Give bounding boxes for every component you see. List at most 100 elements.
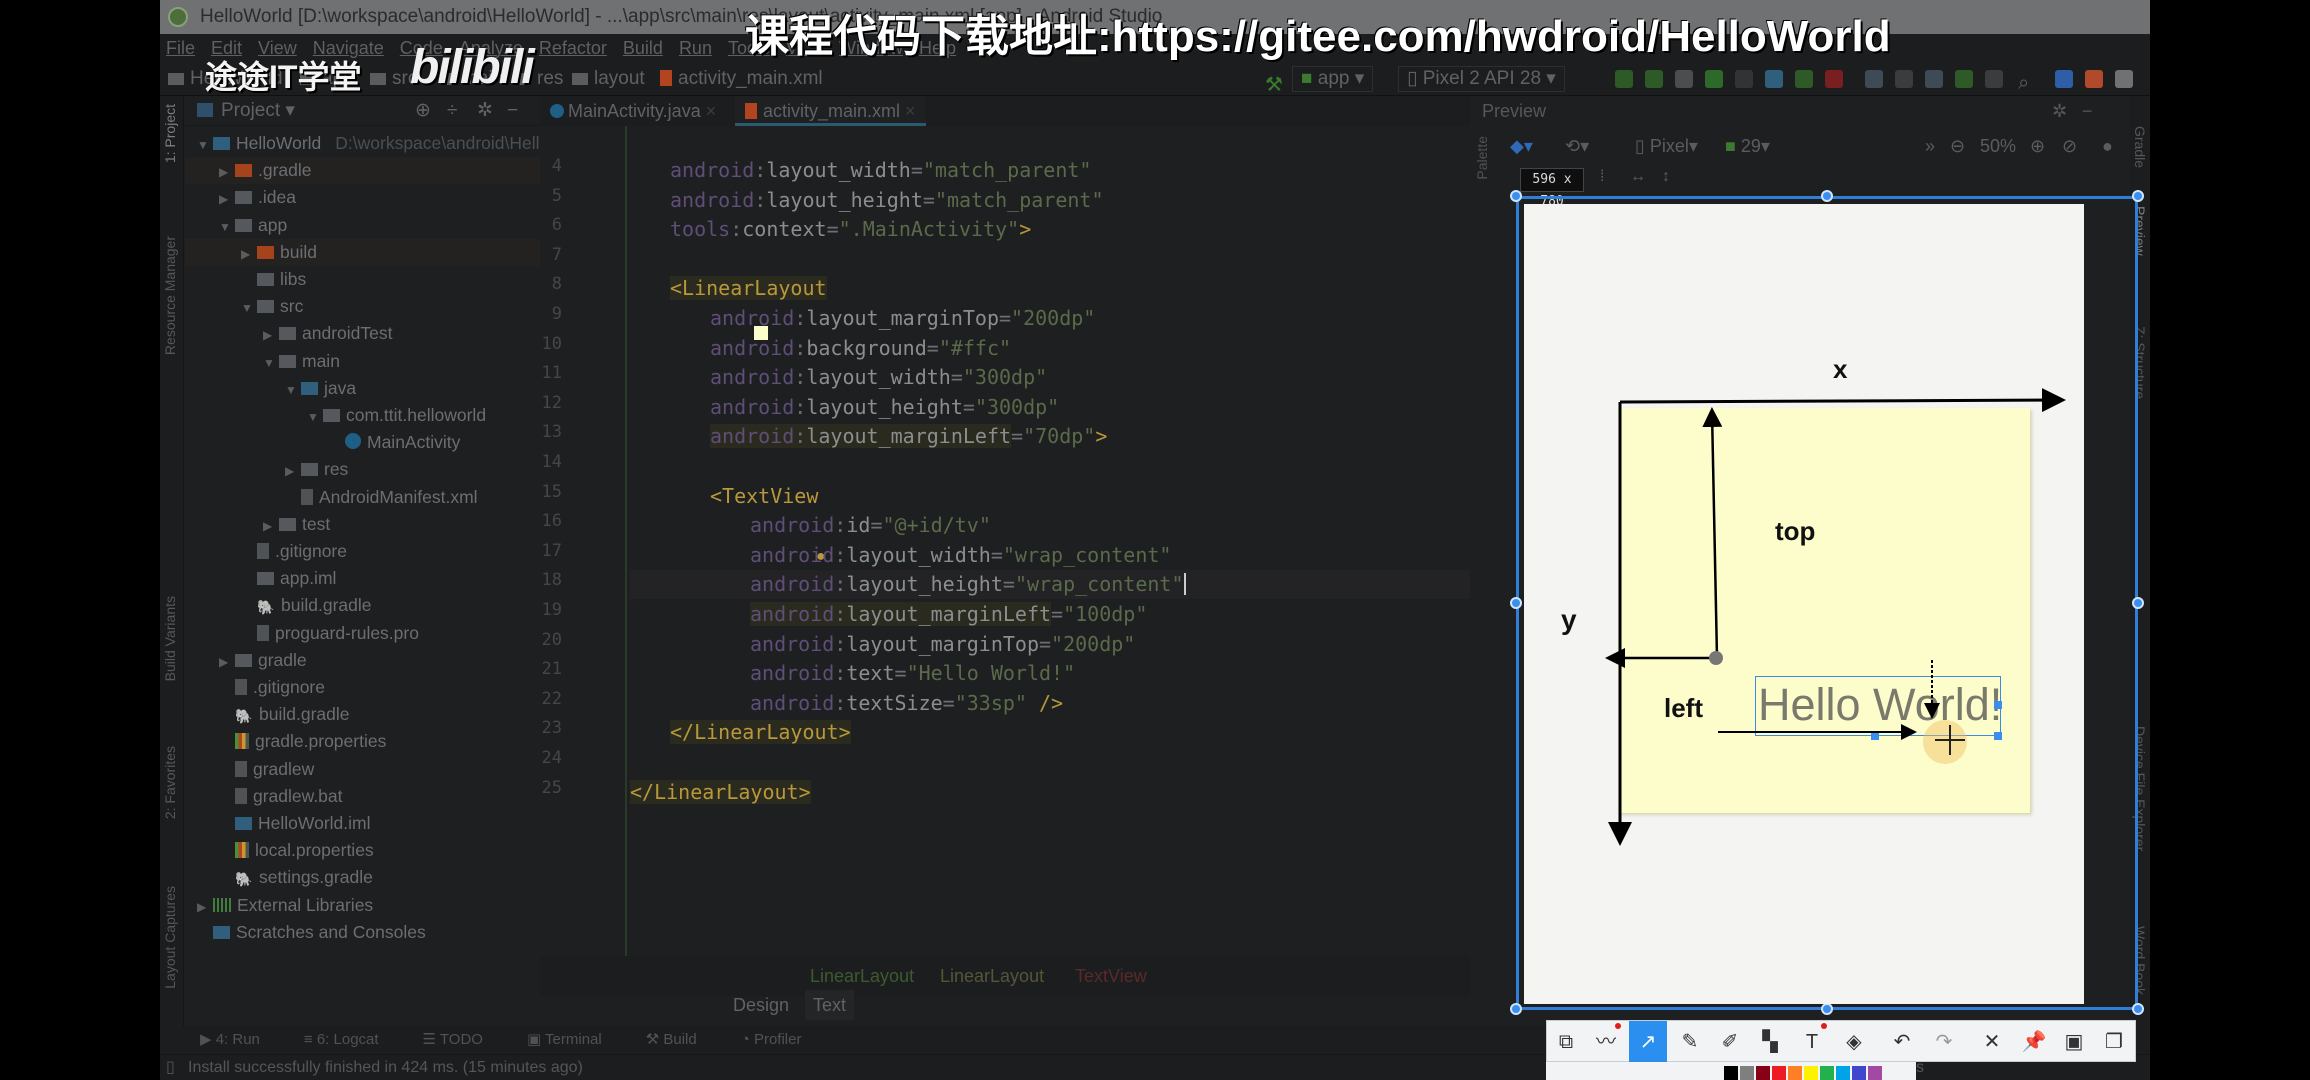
tree-item[interactable]: 🐘 build.gradle xyxy=(185,592,540,619)
expand-arrow-icon[interactable]: ▶ xyxy=(219,649,235,676)
tree-item[interactable]: ▼ src xyxy=(185,293,540,320)
translate-plugin-icon[interactable] xyxy=(2055,70,2073,88)
more-icon[interactable]: » xyxy=(1925,126,1935,166)
tool-tab-build-variants[interactable]: Build Variants xyxy=(162,596,178,681)
freeline-tool-icon[interactable]: 〰 xyxy=(1587,1021,1625,1063)
search-icon[interactable]: ⌕ xyxy=(2018,66,2029,100)
tool-profiler[interactable]: ◔ Profiler xyxy=(741,1031,824,1048)
zoom-in-icon[interactable]: ⊕ xyxy=(2030,126,2045,166)
vertical-resize-icon[interactable]: ↕ xyxy=(1662,168,1670,186)
color-swatch[interactable] xyxy=(1724,1066,1738,1080)
tree-item[interactable]: gradlew.bat xyxy=(185,783,540,810)
tab-mainactivity-java[interactable]: MainActivity.java × xyxy=(540,96,726,126)
locate-icon[interactable]: ⊕ xyxy=(415,96,431,126)
zoom-fit-icon[interactable]: ⊘ xyxy=(2062,126,2077,166)
tree-item[interactable]: ▶ test xyxy=(185,511,540,538)
tool-logcat[interactable]: ≡ 6: Logcat xyxy=(304,1031,401,1048)
minimize-icon[interactable]: − xyxy=(2082,96,2093,126)
resize-handle-right[interactable] xyxy=(2132,597,2144,609)
tree-item[interactable]: ▼ java xyxy=(185,375,540,402)
breadcrumb-file[interactable]: activity_main.xml xyxy=(660,62,823,96)
expand-arrow-icon[interactable]: ▶ xyxy=(241,241,257,268)
color-swatch[interactable] xyxy=(1756,1066,1770,1080)
arrow-tool-icon[interactable]: ↗ xyxy=(1629,1021,1667,1063)
tree-item[interactable]: ▶ .gradle xyxy=(185,157,540,185)
menu-run[interactable]: Run xyxy=(679,38,712,58)
text-tool-icon[interactable]: T xyxy=(1793,1021,1831,1063)
tree-item[interactable]: ▼ main xyxy=(185,348,540,375)
resize-handle-tr[interactable] xyxy=(2132,190,2144,202)
tree-item[interactable]: ▶ External Libraries xyxy=(185,892,540,919)
gear-icon[interactable]: ✲ xyxy=(477,96,493,126)
device-manager-icon[interactable] xyxy=(1955,70,1973,88)
tree-item[interactable]: ▼ com.ttit.helloworld xyxy=(185,402,540,429)
coverage-icon[interactable] xyxy=(1735,70,1753,88)
tab-activity-main-xml[interactable]: activity_main.xml × xyxy=(735,96,926,126)
tree-item[interactable]: proguard-rules.pro xyxy=(185,620,540,647)
warning-icon[interactable]: ● xyxy=(2102,126,2113,166)
close-tab-icon[interactable]: × xyxy=(905,101,916,121)
constraint-icon[interactable]: ⁞ xyxy=(1600,168,1604,186)
tool-run[interactable]: ▶ 4: Run xyxy=(200,1031,282,1048)
tab-text[interactable]: Text xyxy=(805,990,855,1020)
tree-item[interactable]: libs xyxy=(185,266,540,293)
undo-icon[interactable]: ↶ xyxy=(1883,1021,1921,1063)
resize-handle-tl[interactable] xyxy=(1510,190,1522,202)
copy-icon[interactable]: ❐ xyxy=(2095,1021,2133,1063)
eraser-tool-icon[interactable]: ◈ xyxy=(1835,1021,1873,1063)
attach-icon[interactable] xyxy=(1675,70,1693,88)
tool-tab-resource-manager[interactable]: Resource Manager xyxy=(162,236,178,355)
expand-arrow-icon[interactable]: ▶ xyxy=(219,186,235,213)
tree-item[interactable]: ▼ app xyxy=(185,212,540,239)
expand-arrow-icon[interactable]: ▼ xyxy=(263,350,279,377)
marker-tool-icon[interactable]: ✐ xyxy=(1711,1021,1749,1063)
color-swatch[interactable] xyxy=(1740,1066,1754,1080)
menu-refactor[interactable]: Refactor xyxy=(539,38,607,58)
color-swatch[interactable] xyxy=(1852,1066,1866,1080)
expand-arrow-icon[interactable]: ▶ xyxy=(263,513,279,540)
avd-manager-icon[interactable] xyxy=(1895,70,1913,88)
expand-arrow-icon[interactable]: ▶ xyxy=(285,458,301,485)
color-swatch[interactable] xyxy=(1772,1066,1786,1080)
orientation-icon[interactable]: ⟲▾ xyxy=(1565,126,1589,166)
tree-item[interactable]: ▶ build xyxy=(185,238,540,268)
hide-icon[interactable]: − xyxy=(507,96,518,126)
tool-todo[interactable]: ☰ TODO xyxy=(423,1031,505,1048)
menu-build[interactable]: Build xyxy=(623,38,663,58)
save-icon[interactable]: ▣ xyxy=(2055,1021,2093,1063)
resize-handle-br[interactable] xyxy=(2132,1003,2144,1015)
debug-icon[interactable] xyxy=(1705,70,1723,88)
tree-item[interactable]: .gitignore xyxy=(185,674,540,701)
resize-handle-top[interactable] xyxy=(1821,190,1833,202)
sdk-manager-icon[interactable] xyxy=(1925,70,1943,88)
pin-icon[interactable]: 📌 xyxy=(2015,1021,2053,1063)
tree-item[interactable]: app.iml xyxy=(185,565,540,592)
expand-arrow-icon[interactable]: ▼ xyxy=(241,295,257,322)
sync-project-icon[interactable] xyxy=(1865,70,1883,88)
code-area[interactable]: android:layout_width="match_parent" andro… xyxy=(630,126,1610,956)
pencil-tool-icon[interactable]: ✎ xyxy=(1671,1021,1709,1063)
shape-tool-icon[interactable]: ⧉ xyxy=(1547,1021,1585,1063)
tree-item[interactable]: 🐘 settings.gradle xyxy=(185,864,540,891)
close-icon[interactable]: ✕ xyxy=(1973,1021,2011,1063)
mosaic-tool-icon[interactable]: ▚ xyxy=(1751,1021,1789,1063)
tree-item[interactable]: Scratches and Consoles xyxy=(185,919,540,946)
menu-file[interactable]: File xyxy=(166,38,195,58)
redo-icon[interactable]: ↷ xyxy=(1925,1021,1963,1063)
expand-arrow-icon[interactable]: ▼ xyxy=(197,132,213,159)
tree-item[interactable]: MainActivity xyxy=(185,429,540,456)
expand-arrow-icon[interactable]: ▶ xyxy=(263,322,279,349)
gear-icon[interactable]: ✲ xyxy=(2052,96,2067,126)
tree-item[interactable]: .gitignore xyxy=(185,538,540,565)
account-icon[interactable] xyxy=(2115,70,2133,88)
tool-build[interactable]: ⚒ Build xyxy=(646,1031,719,1048)
project-view-selector[interactable]: Project xyxy=(221,100,280,121)
tool-tab-project[interactable]: 1: Project xyxy=(162,104,178,163)
tree-item[interactable]: ▶ res xyxy=(185,456,540,483)
api-selector[interactable]: ■ 29▾ xyxy=(1725,126,1770,166)
tree-item[interactable]: local.properties xyxy=(185,837,540,864)
apply-changes-icon[interactable] xyxy=(1615,70,1633,88)
color-swatch[interactable] xyxy=(1836,1066,1850,1080)
expand-arrow-icon[interactable]: ▼ xyxy=(219,214,235,241)
color-swatch[interactable] xyxy=(1868,1066,1882,1080)
